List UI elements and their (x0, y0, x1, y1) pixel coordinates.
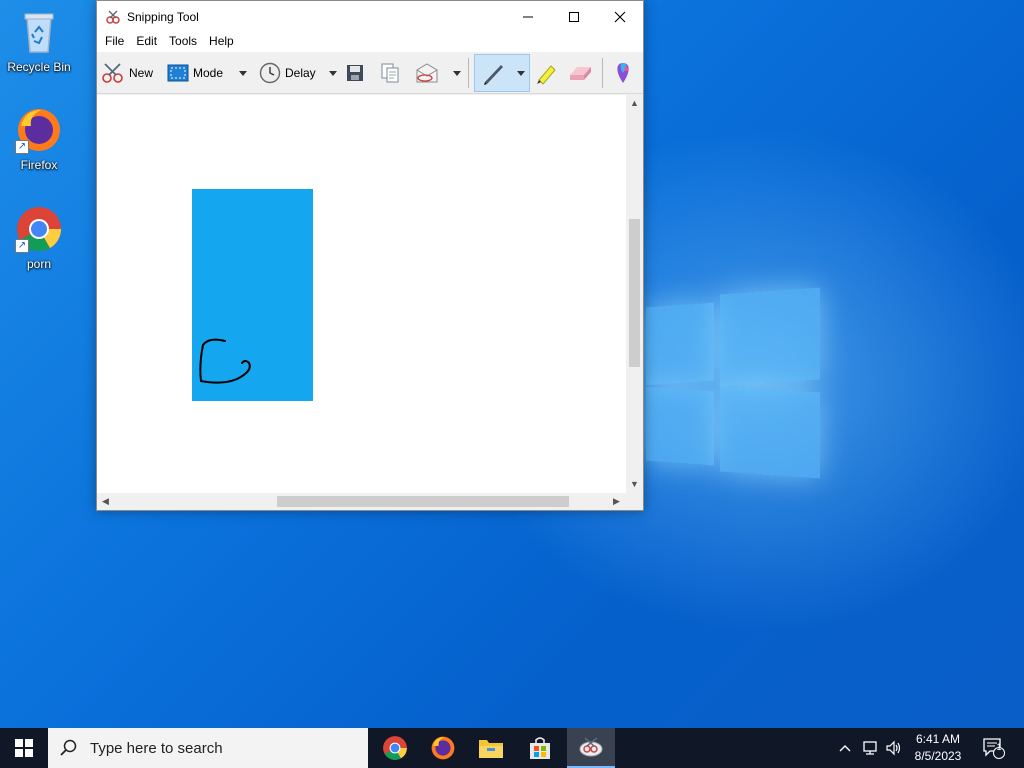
clock-icon (259, 62, 281, 84)
toolbar: New Mode Delay (97, 52, 643, 94)
snipping-tool-app-icon (105, 9, 121, 28)
snipping-tool-window: Snipping Tool File Edit Tools Help New M… (96, 0, 644, 511)
chevron-down-icon (329, 70, 337, 76)
start-button[interactable] (0, 728, 48, 768)
shortcut-arrow-icon: ↗ (15, 140, 29, 154)
scroll-left-icon[interactable]: ◀ (102, 496, 109, 507)
new-snip-button[interactable]: New (101, 58, 153, 88)
taskbar-snipping-tool[interactable] (567, 728, 615, 768)
envelope-icon (416, 63, 438, 83)
taskbar-file-explorer[interactable] (467, 728, 515, 768)
notification-icon (983, 738, 1005, 759)
new-label: New (129, 66, 154, 80)
minimize-icon (523, 16, 533, 17)
mode-button[interactable]: Mode (167, 58, 223, 88)
firefox-icon: ↗ (15, 106, 63, 154)
delay-label: Delay (285, 66, 316, 80)
snip-canvas[interactable]: ▲ ▼ ◀ ▶ (97, 95, 643, 510)
search-placeholder: Type here to search (90, 739, 223, 757)
taskbar: Type here to search 6:41 AM 8/5/2023 1 (0, 728, 1024, 768)
taskbar-search-box[interactable]: Type here to search (48, 728, 368, 768)
close-button[interactable] (597, 1, 643, 32)
chrome-icon: ↗ (15, 205, 63, 253)
desktop-icon-label: Recycle Bin (7, 60, 71, 74)
search-icon (60, 739, 77, 756)
horizontal-scrollbar[interactable]: ◀ ▶ (97, 493, 643, 510)
chevron-down-icon (517, 70, 525, 76)
title-bar[interactable]: Snipping Tool (97, 1, 643, 32)
maximize-button[interactable] (551, 1, 597, 32)
action-center-button[interactable]: 1 (982, 728, 1006, 768)
eraser-icon (570, 67, 591, 80)
desktop-icon-label: porn (26, 257, 52, 271)
toolbar-separator (468, 58, 469, 88)
firefox-icon (431, 736, 455, 760)
pen-button[interactable] (481, 58, 507, 88)
send-dropdown-button[interactable] (453, 58, 461, 88)
window-title: Snipping Tool (127, 10, 199, 24)
highlighter-button[interactable] (533, 58, 559, 88)
menu-bar: File Edit Tools Help (97, 32, 643, 52)
chevron-down-icon (453, 70, 461, 76)
desktop-icon-label: Firefox (20, 158, 58, 172)
horizontal-scroll-thumb[interactable] (277, 496, 569, 507)
scroll-right-icon[interactable]: ▶ (613, 496, 620, 507)
chevron-up-icon (839, 745, 851, 752)
toolbar-separator (602, 58, 603, 88)
pen-icon (484, 65, 503, 85)
desktop-icon-chrome[interactable]: ↗ porn (2, 205, 76, 271)
pen-stroke (199, 338, 251, 384)
taskbar-clock[interactable]: 6:41 AM 8/5/2023 (905, 731, 971, 765)
speaker-icon (886, 740, 901, 756)
eraser-button[interactable] (567, 58, 593, 88)
send-snip-button[interactable] (415, 58, 441, 88)
paint-3d-button[interactable] (612, 58, 634, 88)
copy-icon (381, 63, 399, 83)
folder-icon (479, 740, 503, 758)
taskbar-chrome[interactable] (371, 728, 419, 768)
clock-time: 6:41 AM (915, 732, 961, 746)
show-hidden-icons-button[interactable] (838, 728, 852, 768)
scroll-up-icon[interactable]: ▲ (630, 98, 639, 108)
scroll-down-icon[interactable]: ▼ (630, 479, 639, 489)
copy-button[interactable] (379, 58, 401, 88)
maximize-icon (569, 11, 579, 22)
delay-button[interactable]: Delay (259, 58, 316, 88)
menu-edit[interactable]: Edit (130, 32, 163, 52)
desktop-icon-recycle-bin[interactable]: Recycle Bin (2, 8, 76, 74)
recycle-bin-icon (15, 8, 63, 56)
chevron-down-icon (239, 70, 247, 76)
pen-dropdown-button[interactable] (517, 58, 525, 88)
network-button[interactable] (861, 728, 879, 768)
network-icon (863, 741, 877, 755)
snipping-tool-icon (579, 737, 603, 757)
chrome-icon (383, 736, 407, 760)
highlighter-icon (537, 65, 556, 85)
mode-dropdown-button[interactable] (239, 58, 247, 88)
scissors-icon (102, 63, 123, 83)
delay-dropdown-button[interactable] (329, 58, 337, 88)
clock-date: 8/5/2023 (914, 749, 962, 763)
vertical-scroll-thumb[interactable] (629, 219, 640, 367)
mode-label: Mode (193, 66, 224, 80)
desktop-icon-firefox[interactable]: ↗ Firefox (2, 106, 76, 172)
taskbar-microsoft-store[interactable] (516, 728, 564, 768)
save-snip-button[interactable] (345, 58, 365, 88)
notification-count: 1 (996, 742, 1002, 752)
menu-file[interactable]: File (99, 32, 130, 52)
taskbar-firefox[interactable] (419, 728, 467, 768)
paint-3d-icon (617, 63, 629, 83)
vertical-scrollbar[interactable]: ▲ ▼ (626, 95, 643, 493)
minimize-button[interactable] (505, 1, 551, 32)
windows-logo-wallpaper (640, 285, 830, 485)
store-bag-icon (530, 737, 550, 759)
volume-button[interactable] (885, 728, 903, 768)
shortcut-arrow-icon: ↗ (15, 239, 29, 253)
close-icon (614, 11, 626, 22)
menu-help[interactable]: Help (203, 32, 240, 52)
rectangle-mode-icon (167, 64, 189, 82)
windows-start-icon (15, 739, 33, 757)
menu-tools[interactable]: Tools (163, 32, 203, 52)
save-icon (347, 65, 363, 81)
